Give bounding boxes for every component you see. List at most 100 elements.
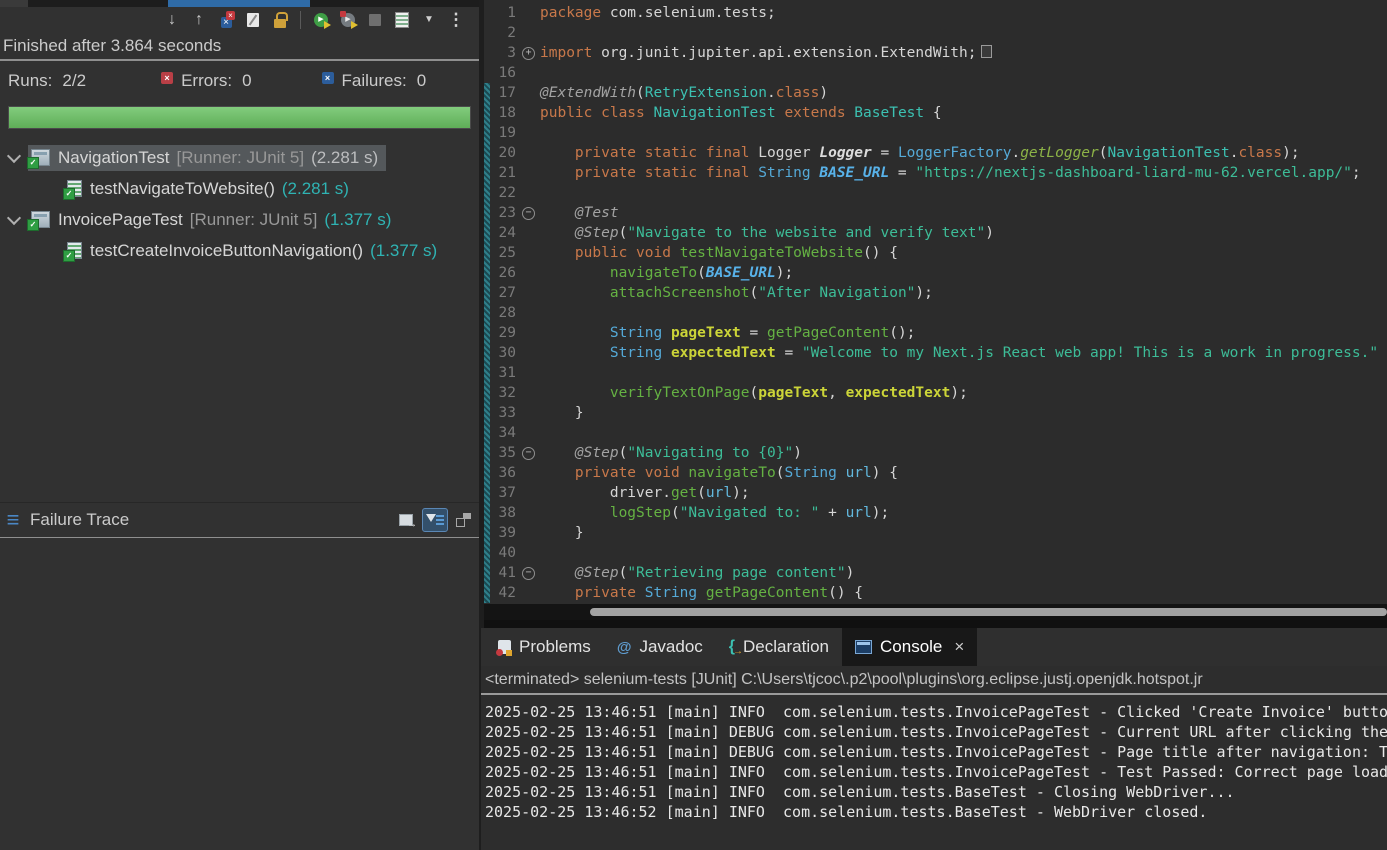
code-line[interactable]: 24 @Step("Navigate to the website and ve… bbox=[484, 223, 1378, 243]
line-number: 38 bbox=[484, 503, 518, 523]
line-number: 29 bbox=[484, 323, 518, 343]
show-stack-trace-in-console-icon[interactable] bbox=[399, 513, 415, 527]
tree-item[interactable]: testNavigateToWebsite()(2.281 s) bbox=[64, 176, 357, 202]
code-line[interactable]: 2 bbox=[484, 23, 1378, 43]
editor-horizontal-scrollbar[interactable] bbox=[484, 604, 1387, 620]
console-log-line: 2025-02-25 13:46:51 [main] INFO com.sele… bbox=[485, 782, 1387, 802]
scrollbar-thumb[interactable] bbox=[590, 608, 1387, 616]
line-number: 18 bbox=[484, 103, 518, 123]
line-number: 26 bbox=[484, 263, 518, 283]
console-log-line: 2025-02-25 13:46:51 [main] DEBUG com.sel… bbox=[485, 722, 1387, 742]
chevron-down-icon[interactable] bbox=[420, 11, 438, 29]
code-line[interactable]: 23− @Test bbox=[484, 203, 1378, 223]
code-line[interactable]: 42 private String getPageContent() { bbox=[484, 583, 1378, 603]
rerun-test-icon[interactable] bbox=[312, 11, 330, 29]
code-line[interactable]: 37 driver.get(url); bbox=[484, 483, 1378, 503]
chevron-expanded-icon[interactable] bbox=[7, 148, 21, 162]
code-line[interactable]: 27 attachScreenshot("After Navigation"); bbox=[484, 283, 1378, 303]
show-skipped-tests-icon[interactable] bbox=[244, 11, 262, 29]
javadoc-icon bbox=[617, 639, 632, 656]
previous-failed-test-icon[interactable] bbox=[190, 11, 208, 29]
code-line[interactable]: 31 bbox=[484, 363, 1378, 383]
fold-expanded-icon[interactable]: − bbox=[522, 207, 535, 220]
toolbar-separator bbox=[300, 11, 301, 29]
code-line[interactable]: 34 bbox=[484, 423, 1378, 443]
code-lines: 1package com.selenium.tests;23+import or… bbox=[484, 3, 1378, 603]
code-line[interactable]: 39 } bbox=[484, 523, 1378, 543]
fold-expanded-icon[interactable]: − bbox=[522, 567, 535, 580]
code-line[interactable]: 35− @Step("Navigating to {0}") bbox=[484, 443, 1378, 463]
line-number: 2 bbox=[484, 23, 518, 43]
code-text: import org.junit.jupiter.api.extension.E… bbox=[540, 43, 992, 63]
tree-item[interactable]: testCreateInvoiceButtonNavigation()(1.37… bbox=[64, 238, 445, 264]
next-failed-test-icon[interactable] bbox=[163, 11, 181, 29]
chevron-expanded-icon[interactable] bbox=[7, 210, 21, 224]
code-line[interactable]: 20 private static final Logger Logger = … bbox=[484, 143, 1378, 163]
line-number: 39 bbox=[484, 523, 518, 543]
code-line[interactable]: 1package com.selenium.tests; bbox=[484, 3, 1378, 23]
code-line[interactable]: 36 private void navigateTo(String url) { bbox=[484, 463, 1378, 483]
fold-column bbox=[518, 23, 540, 43]
fold-column bbox=[518, 423, 540, 443]
show-failures-only-icon[interactable] bbox=[217, 11, 235, 29]
fold-column bbox=[518, 223, 540, 243]
test-run-history-icon[interactable] bbox=[393, 11, 411, 29]
code-text: logStep("Navigated to: " + url); bbox=[540, 503, 889, 523]
editor-console-sash[interactable] bbox=[484, 620, 1387, 628]
failure-icon bbox=[322, 72, 334, 84]
console-log-line: 2025-02-25 13:46:51 [main] INFO com.sele… bbox=[485, 702, 1387, 722]
failure-trace-title: Failure Trace bbox=[30, 510, 399, 530]
view-layout-icon[interactable] bbox=[455, 513, 471, 527]
code-line[interactable]: 41− @Step("Retrieving page content") bbox=[484, 563, 1378, 583]
fold-column: − bbox=[518, 203, 540, 223]
filter-stack-trace-icon[interactable] bbox=[422, 508, 448, 532]
code-line[interactable]: 32 verifyTextOnPage(pageText, expectedTe… bbox=[484, 383, 1378, 403]
code-line[interactable]: 29 String pageText = getPageContent(); bbox=[484, 323, 1378, 343]
code-line[interactable]: 38 logStep("Navigated to: " + url); bbox=[484, 503, 1378, 523]
fold-column bbox=[518, 103, 540, 123]
code-line[interactable]: 30 String expectedText = "Welcome to my … bbox=[484, 343, 1378, 363]
code-text: package com.selenium.tests; bbox=[540, 3, 776, 23]
line-number: 16 bbox=[484, 63, 518, 83]
code-line[interactable]: 16 bbox=[484, 63, 1378, 83]
line-number: 34 bbox=[484, 423, 518, 443]
fold-column bbox=[518, 163, 540, 183]
junit-view-panel: Finished after 3.864 seconds Runs: 2/2 E… bbox=[0, 0, 479, 850]
code-line[interactable]: 33 } bbox=[484, 403, 1378, 423]
runner-label: [Runner: JUnit 5] bbox=[190, 210, 318, 230]
tab-declaration[interactable]: Declaration bbox=[716, 628, 842, 666]
code-line[interactable]: 40 bbox=[484, 543, 1378, 563]
tree-row-suite[interactable]: InvoicePageTest[Runner: JUnit 5](1.377 s… bbox=[0, 204, 479, 235]
folded-code-icon[interactable] bbox=[981, 45, 992, 58]
view-menu-icon[interactable] bbox=[0, 507, 26, 533]
fold-column bbox=[518, 3, 540, 23]
code-line[interactable]: 22 bbox=[484, 183, 1378, 203]
tree-item[interactable]: NavigationTest[Runner: JUnit 5](2.281 s) bbox=[28, 145, 386, 171]
tree-row-test[interactable]: testNavigateToWebsite()(2.281 s) bbox=[0, 173, 479, 204]
tree-row-suite[interactable]: NavigationTest[Runner: JUnit 5](2.281 s) bbox=[0, 142, 479, 173]
console-log[interactable]: 2025-02-25 13:46:51 [main] INFO com.sele… bbox=[481, 695, 1387, 822]
fold-expanded-icon[interactable]: − bbox=[522, 447, 535, 460]
code-line[interactable]: 26 navigateTo(BASE_URL); bbox=[484, 263, 1378, 283]
stop-icon[interactable] bbox=[366, 11, 384, 29]
more-options-icon[interactable] bbox=[447, 11, 465, 29]
close-icon[interactable]: × bbox=[954, 637, 964, 657]
java-editor[interactable]: 1package com.selenium.tests;23+import or… bbox=[484, 0, 1387, 604]
code-line[interactable]: 25 public void testNavigateToWebsite() { bbox=[484, 243, 1378, 263]
scroll-lock-icon[interactable] bbox=[271, 11, 289, 29]
tab-javadoc[interactable]: Javadoc bbox=[604, 628, 716, 666]
tree-item[interactable]: InvoicePageTest[Runner: JUnit 5](1.377 s… bbox=[28, 207, 399, 233]
rerun-failed-tests-icon[interactable] bbox=[339, 11, 357, 29]
tab-label: Javadoc bbox=[639, 637, 702, 657]
fold-collapsed-icon[interactable]: + bbox=[522, 47, 535, 60]
tab-console[interactable]: Console× bbox=[842, 628, 977, 666]
code-line[interactable]: 3+import org.junit.jupiter.api.extension… bbox=[484, 43, 1378, 63]
code-text: } bbox=[540, 403, 584, 423]
code-line[interactable]: 17@ExtendWith(RetryExtension.class) bbox=[484, 83, 1378, 103]
code-line[interactable]: 28 bbox=[484, 303, 1378, 323]
tree-row-test[interactable]: testCreateInvoiceButtonNavigation()(1.37… bbox=[0, 235, 479, 266]
code-line[interactable]: 19 bbox=[484, 123, 1378, 143]
tab-problems[interactable]: Problems bbox=[485, 628, 604, 666]
code-line[interactable]: 21 private static final String BASE_URL … bbox=[484, 163, 1378, 183]
code-line[interactable]: 18public class NavigationTest extends Ba… bbox=[484, 103, 1378, 123]
